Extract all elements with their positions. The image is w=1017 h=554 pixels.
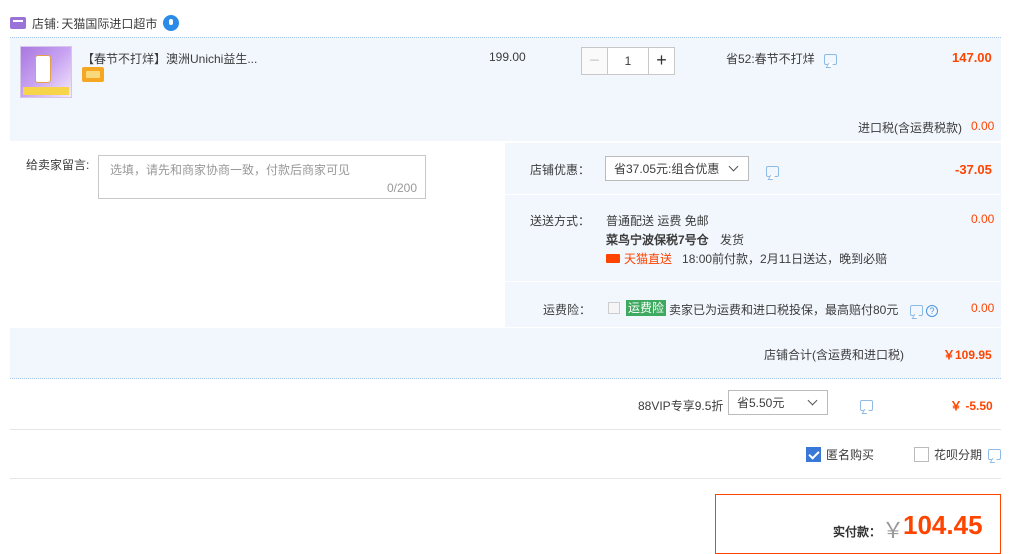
unit-price: 199.00 [489, 50, 526, 64]
divider [505, 194, 1001, 195]
insurance-tag: 运费险 [626, 300, 667, 316]
shop-total-value: ￥109.95 [943, 348, 992, 362]
discount-label: 店铺优惠： [530, 163, 591, 177]
shop-label: 店铺: [32, 16, 60, 31]
tax-label: 进口税(含运费税款) [858, 121, 962, 135]
shipping-eta: 天猫直送 18:00前付款，2月11日送达，晚到必赔 [606, 250, 887, 267]
quantity-input[interactable]: 1 [608, 47, 648, 75]
shop-total-label: 店铺合计(含运费和进口税) [764, 348, 904, 362]
divider [505, 281, 1001, 282]
discount-selected: 省37.05元:组合优惠 [614, 162, 720, 176]
item-subtotal: 147.00 [952, 50, 992, 65]
warehouse-name: 菜鸟宁波保税7号仓 [606, 233, 709, 247]
memo-label: 给卖家留言: [26, 158, 90, 172]
shipping-label: 送送方式： [530, 214, 591, 228]
chevron-down-icon [728, 161, 739, 172]
memo-char-count: 0/200 [387, 181, 418, 195]
huabei-option[interactable]: 花呗分期 [914, 446, 1002, 463]
insurance-text: 卖家已为运费和进口税投保，最高赔付80元 ? [669, 301, 939, 318]
eta-text: 18:00前付款，2月11日送达，晚到必赔 [682, 252, 888, 266]
item-promo-text: 省52:春节不打烊 [726, 52, 815, 66]
anonymous-label: 匿名购买 [826, 448, 875, 462]
chat-icon[interactable] [988, 449, 1002, 460]
divider [10, 429, 1001, 430]
tmall-icon [606, 254, 620, 263]
anonymous-checkbox[interactable] [806, 447, 821, 462]
vip-selected: 省5.50元 [737, 396, 785, 410]
insurance-value: 0.00 [971, 301, 995, 315]
payment-amount: 104.45 [903, 510, 983, 540]
discount-value: -37.05 [955, 162, 992, 177]
insurance-checkbox[interactable] [608, 302, 620, 314]
insurance-label: 运费险： [543, 303, 592, 317]
divider [10, 478, 1001, 479]
shop-name-link[interactable]: 天猫国际进口超市 [61, 15, 157, 32]
product-thumbnail[interactable] [20, 46, 72, 98]
chevron-down-icon [807, 395, 818, 406]
wangwang-icon[interactable] [163, 15, 180, 31]
currency-symbol: ￥ [882, 518, 905, 543]
vip-value: ￥ -5.50 [950, 399, 993, 413]
item-promo: 省52:春节不打烊 [726, 50, 838, 67]
decrease-button[interactable]: − [581, 47, 608, 75]
insurance-desc: 卖家已为运费和进口税投保，最高赔付80元 [669, 303, 899, 317]
question-icon[interactable]: ? [926, 304, 939, 317]
huabei-checkbox[interactable] [914, 447, 929, 462]
discount-select[interactable]: 省37.05元:组合优惠 [605, 156, 749, 181]
vip-select[interactable]: 省5.50元 [728, 390, 828, 415]
chat-icon[interactable] [860, 400, 874, 412]
shipping-method: 普通配送 运费 免邮 [606, 214, 709, 228]
chat-icon[interactable] [909, 305, 923, 317]
huabei-label: 花呗分期 [934, 448, 983, 462]
chat-icon[interactable] [766, 166, 779, 178]
ship-from: 发货 [720, 233, 745, 247]
shop-icon [10, 17, 26, 29]
vip-label: 88VIP专享9.5折 [638, 399, 724, 413]
credit-card-icon [82, 67, 104, 82]
quantity-stepper: − 1 + [581, 47, 675, 75]
product-title[interactable]: 【春节不打烊】澳洲Unichi益生... [82, 50, 257, 67]
payment-label: 实付款： [833, 525, 882, 539]
anonymous-option[interactable]: 匿名购买 [806, 446, 874, 463]
increase-button[interactable]: + [648, 47, 675, 75]
tax-value: 0.00 [971, 119, 995, 133]
shipping-value: 0.00 [971, 212, 995, 226]
shop-header: 店铺: 天猫国际进口超市 [10, 14, 180, 32]
memo-placeholder: 选填，请先和商家协商一致，付款后商家可见 [110, 163, 351, 177]
tmall-direct: 天猫直送 [624, 252, 673, 266]
shipping-warehouse: 菜鸟宁波保税7号仓 发货 [606, 231, 744, 248]
chat-icon[interactable] [824, 54, 838, 66]
